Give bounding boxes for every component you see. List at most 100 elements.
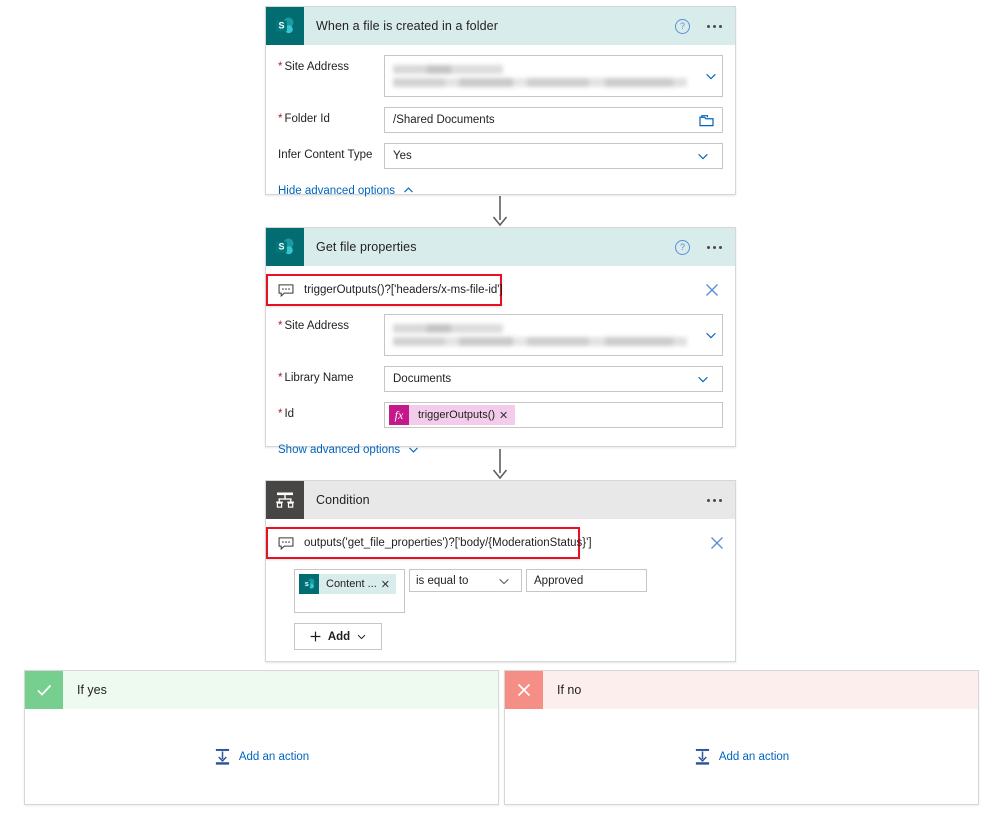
- comment-row: outputs('get_file_properties')?['body/{M…: [266, 527, 735, 561]
- chevron-down-icon[interactable]: [497, 574, 511, 588]
- more-options-icon[interactable]: [704, 24, 725, 28]
- card-header-actions: ?: [675, 7, 725, 45]
- condition-operator-dropdown[interactable]: is equal to: [409, 569, 522, 592]
- field-label: * Library Name: [278, 366, 384, 384]
- redacted-value: [385, 56, 704, 96]
- branch-header: If yes: [25, 671, 498, 709]
- card-title: Condition: [316, 493, 370, 507]
- comment-highlighted-box[interactable]: outputs('get_file_properties')?['body/{M…: [266, 527, 592, 559]
- field-label-text: Id: [284, 408, 295, 420]
- field-label: * Site Address: [278, 55, 384, 73]
- trigger-fields: * Site Address * Folder Id /Shared Documen…: [266, 45, 735, 169]
- comment-row: triggerOutputs()?['headers/x-ms-file-id'…: [266, 274, 735, 308]
- chevron-up-icon: [404, 187, 413, 193]
- chevron-down-icon[interactable]: [704, 69, 718, 83]
- field-label-text: Site Address: [284, 320, 350, 332]
- branch-label: If no: [557, 683, 582, 697]
- infer-content-type-value: Yes: [393, 150, 412, 162]
- flow-card-condition[interactable]: Condition outputs('get_file_properties')…: [265, 480, 736, 662]
- checkmark-icon: [25, 671, 63, 709]
- plus-icon: [310, 631, 321, 642]
- required-marker: *: [278, 408, 283, 420]
- card-header-actions: ?: [675, 228, 725, 266]
- svg-text:S: S: [278, 21, 284, 31]
- down-arrow-icon: [492, 196, 508, 227]
- field-site-address: * Site Address: [278, 55, 723, 97]
- library-name-value: Documents: [393, 373, 452, 385]
- card-header[interactable]: S Get file properties ?: [266, 228, 735, 266]
- add-an-action-link[interactable]: Add an action: [239, 751, 309, 763]
- comment-text: outputs('get_file_properties')?['body/{M…: [304, 537, 592, 549]
- infer-content-type-dropdown[interactable]: Yes: [384, 143, 723, 169]
- remove-token-icon[interactable]: ✕: [381, 578, 396, 591]
- field-site-address: * Site Address: [278, 314, 723, 356]
- chevron-down-icon[interactable]: [696, 149, 710, 163]
- comment-icon: [278, 283, 294, 297]
- chevron-down-icon: [409, 447, 419, 453]
- branch-if-no[interactable]: If no Add an action: [504, 670, 979, 805]
- close-icon[interactable]: [704, 282, 720, 298]
- chevron-down-icon[interactable]: [696, 372, 710, 386]
- field-label-text: Folder Id: [284, 113, 330, 125]
- close-icon[interactable]: [709, 535, 725, 551]
- expression-token[interactable]: fx triggerOutputs() ✕: [389, 405, 516, 425]
- fx-icon: fx: [389, 405, 409, 425]
- card-header[interactable]: S When a file is created in a folder ?: [266, 7, 735, 45]
- help-icon[interactable]: ?: [675, 239, 690, 255]
- id-input[interactable]: fx triggerOutputs() ✕: [384, 402, 723, 428]
- token-label: triggerOutputs(): [418, 409, 496, 421]
- token-label: Content ...: [326, 578, 377, 590]
- get-file-properties-fields: *Site Address *Library Name Documents: [266, 308, 735, 428]
- required-marker: *: [278, 61, 283, 73]
- field-id: * Id fx triggerOutputs() ✕: [278, 402, 723, 428]
- flow-designer-canvas: S When a file is created in a folder ? *…: [0, 0, 999, 821]
- down-arrow-icon: [492, 449, 508, 480]
- card-header-actions: [704, 481, 725, 519]
- field-label: * Folder Id: [278, 107, 384, 125]
- advanced-toggle-label: Hide advanced options: [278, 184, 395, 197]
- card-header[interactable]: Condition: [266, 481, 735, 519]
- cross-icon: [505, 671, 543, 709]
- flow-card-trigger[interactable]: S When a file is created in a folder ? *…: [265, 6, 736, 197]
- add-condition-button[interactable]: Add: [294, 623, 382, 650]
- condition-value-input[interactable]: Approved: [526, 569, 647, 592]
- more-options-icon[interactable]: [704, 245, 725, 249]
- chevron-down-icon[interactable]: [704, 328, 718, 342]
- field-infer-content-type: Infer Content Type Yes: [278, 143, 723, 169]
- field-library-name: * Library Name Documents: [278, 366, 723, 392]
- folder-icon[interactable]: [699, 114, 714, 127]
- svg-text:S: S: [305, 582, 309, 588]
- insert-action-icon[interactable]: [694, 748, 711, 766]
- sharepoint-icon: S: [299, 574, 319, 594]
- help-icon[interactable]: ?: [675, 18, 690, 34]
- advanced-toggle-label: Show advanced options: [278, 443, 401, 456]
- field-label: Infer Content Type: [278, 143, 384, 161]
- field-label: * Id: [278, 402, 384, 420]
- flow-card-get-file-properties[interactable]: S Get file properties ? triggerOutputs()…: [265, 227, 736, 456]
- condition-row: S Content ... ✕ is equal to Approved: [294, 569, 723, 613]
- insert-action-icon[interactable]: [214, 748, 231, 766]
- remove-token-icon[interactable]: ✕: [499, 409, 515, 422]
- sharepoint-icon: S: [266, 7, 304, 45]
- condition-icon: [266, 481, 304, 519]
- field-label-text: Site Address: [284, 61, 350, 73]
- field-label-text: Infer Content Type: [278, 149, 373, 161]
- branch-header: If no: [505, 671, 978, 709]
- site-address-dropdown[interactable]: [384, 314, 723, 356]
- comment-highlighted-box[interactable]: triggerOutputs()?['headers/x-ms-file-id'…: [266, 274, 503, 306]
- add-button-label: Add: [327, 630, 351, 643]
- dynamic-content-token[interactable]: S Content ... ✕: [299, 574, 396, 594]
- svg-text:S: S: [278, 242, 284, 252]
- branch-body: Add an action: [25, 709, 498, 805]
- card-title: When a file is created in a folder: [316, 19, 498, 33]
- library-name-dropdown[interactable]: Documents: [384, 366, 723, 392]
- folder-id-input[interactable]: /Shared Documents: [384, 107, 723, 133]
- site-address-dropdown[interactable]: [384, 55, 723, 97]
- branch-label: If yes: [77, 683, 107, 697]
- field-folder-id: * Folder Id /Shared Documents: [278, 107, 723, 133]
- card-title: Get file properties: [316, 240, 417, 254]
- branch-if-yes[interactable]: If yes Add an action: [24, 670, 499, 805]
- condition-operand-field[interactable]: S Content ... ✕: [294, 569, 405, 613]
- more-options-icon[interactable]: [704, 498, 725, 502]
- add-an-action-link[interactable]: Add an action: [719, 751, 789, 763]
